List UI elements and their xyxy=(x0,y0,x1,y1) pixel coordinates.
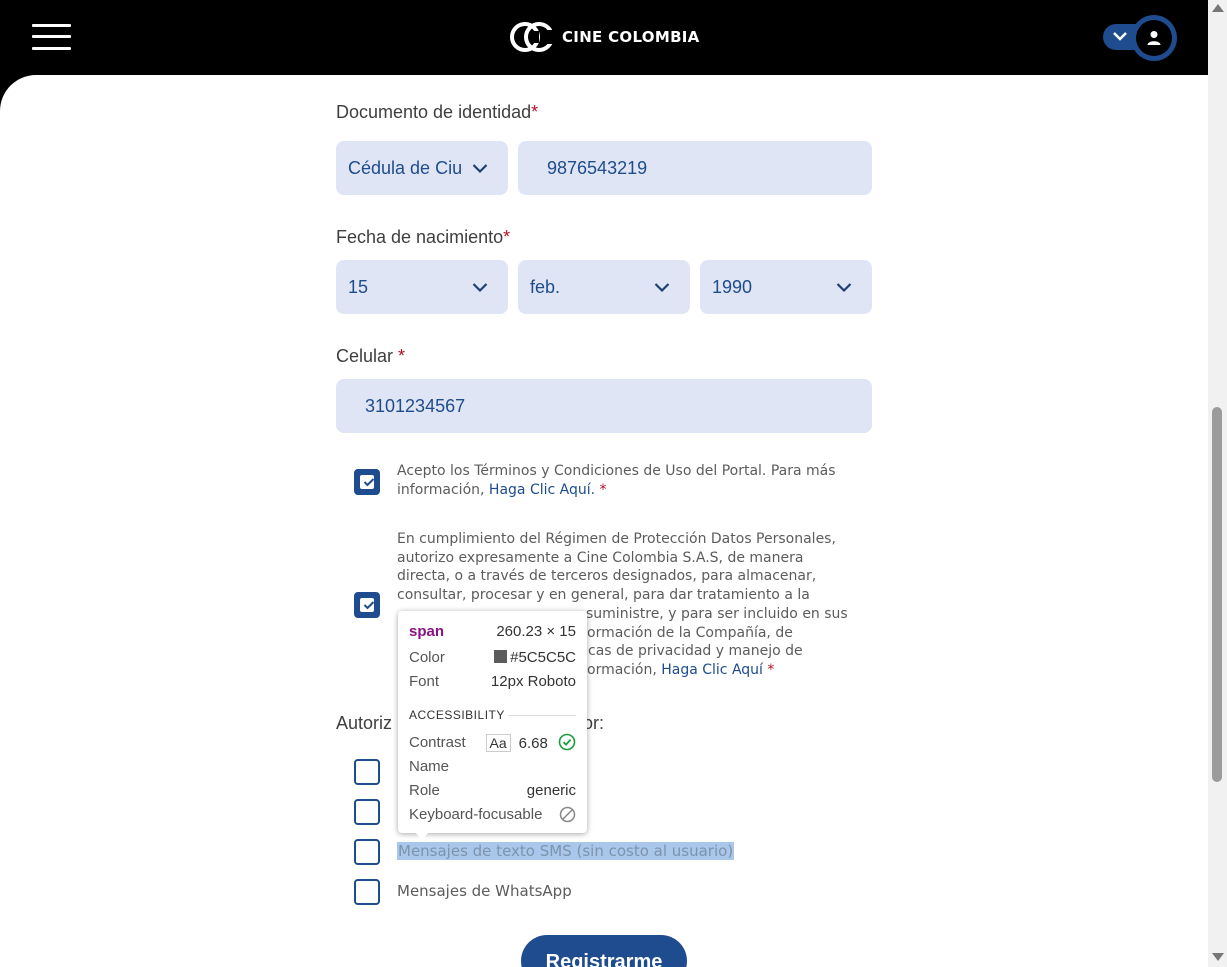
celular-value: 3101234567 xyxy=(365,395,466,416)
privacy-line-3: directa, o a través de terceros designad… xyxy=(397,568,817,584)
terms-link[interactable]: Haga Clic Aquí. xyxy=(489,482,595,498)
chevron-down-icon xyxy=(472,283,488,293)
tooltip-contrast-value: Aa 6.68 xyxy=(485,733,577,752)
contrast-aa-badge: Aa xyxy=(485,733,511,752)
tooltip-color-value: #5C5C5C xyxy=(494,649,576,666)
privacy-line-2: autorizo expresamente a Cine Colombia S.… xyxy=(397,550,804,566)
document-number-input[interactable]: 9876543219 xyxy=(518,141,872,195)
preference-label-sms: Mensajes de texto SMS (sin costo al usua… xyxy=(397,842,735,860)
required-mark: * xyxy=(398,346,406,366)
tooltip-keyboard-label: Keyboard-focusable xyxy=(409,805,543,823)
privacy-line-8-text: ormación, xyxy=(587,662,657,678)
tooltip-accessibility-heading: ACCESSIBILITY xyxy=(409,708,505,722)
top-header: CINE COLOMBIA xyxy=(0,0,1208,75)
celular-input[interactable]: 3101234567 xyxy=(336,379,872,433)
tooltip-divider xyxy=(508,715,576,716)
preference-checkbox-sms[interactable] xyxy=(354,839,380,865)
document-type-select[interactable]: Cédula de Ciudadanía xyxy=(336,141,508,195)
privacy-line-8: ormación, Haga Clic Aquí * xyxy=(587,661,774,680)
preference-checkbox-1[interactable] xyxy=(354,759,380,785)
preference-checkbox-whatsapp[interactable] xyxy=(354,879,380,905)
chevron-down-icon xyxy=(654,283,670,293)
privacy-line-7: cas de privacidad y manejo de xyxy=(588,643,803,659)
required-mark: * xyxy=(531,102,539,122)
documento-label: Documento de identidad* xyxy=(336,102,538,123)
hamburger-menu-icon[interactable] xyxy=(32,24,71,50)
register-button[interactable]: Registrarme xyxy=(521,935,687,967)
color-swatch-icon xyxy=(494,649,508,663)
tooltip-font-label: Font xyxy=(409,672,440,690)
birth-year-value: 1990 xyxy=(712,276,753,297)
required-mark: * xyxy=(767,662,775,678)
blocked-icon xyxy=(559,806,576,822)
documento-label-text: Documento de identidad xyxy=(336,102,532,122)
scroll-up-arrow-icon[interactable] xyxy=(1212,4,1224,12)
terms-checkbox[interactable] xyxy=(354,469,380,495)
preference-checkbox-2[interactable] xyxy=(354,799,380,825)
chevron-down-icon xyxy=(1113,32,1127,41)
celular-label: Celular * xyxy=(336,346,405,367)
terms-text-body: Acepto los Términos y Condiciones de Uso… xyxy=(397,463,836,498)
page-content xyxy=(0,75,1208,967)
logo-text: CINE COLOMBIA xyxy=(562,28,700,46)
tooltip-role-label: Role xyxy=(409,781,440,799)
tooltip-contrast-label: Contrast xyxy=(409,733,466,751)
privacy-link[interactable]: Haga Clic Aquí xyxy=(661,662,763,678)
celular-label-text: Celular xyxy=(336,346,394,366)
fecha-label-text: Fecha de nacimiento xyxy=(336,227,504,247)
birth-day-value: 15 xyxy=(348,276,369,297)
check-circle-icon xyxy=(558,733,576,750)
chevron-down-icon xyxy=(472,164,488,174)
fecha-label: Fecha de nacimiento* xyxy=(336,227,510,248)
user-icon xyxy=(1147,31,1161,45)
document-type-value: Cédula de Ciudadanía xyxy=(348,157,463,178)
tooltip-color-label: Color xyxy=(409,648,445,666)
privacy-line-6: ormación de la Compañía, de xyxy=(587,625,793,641)
terms-text: Acepto los Términos y Condiciones de Uso… xyxy=(397,462,847,500)
authorize-label-left: Autoriz xyxy=(336,713,393,733)
cine-colombia-logo[interactable]: CINE COLOMBIA xyxy=(508,20,700,54)
tooltip-role-value: generic xyxy=(526,781,576,799)
contrast-ratio: 6.68 xyxy=(518,734,548,752)
birth-month-select[interactable]: feb. xyxy=(518,260,690,314)
privacy-line-4: consultar, procesar y en general, para d… xyxy=(397,587,810,603)
scrollbar-thumb[interactable] xyxy=(1212,407,1222,782)
tooltip-font-value: 12px Roboto xyxy=(490,672,576,690)
page-scrollbar[interactable] xyxy=(1208,0,1227,967)
tooltip-size: 260.23 × 15 xyxy=(496,622,576,640)
birth-month-value: feb. xyxy=(530,276,561,297)
chevron-down-icon xyxy=(836,283,852,293)
tooltip-arrow xyxy=(415,832,429,840)
birth-day-select[interactable]: 15 xyxy=(336,260,508,314)
privacy-line-1: En cumplimiento del Régimen de Protecció… xyxy=(397,531,836,547)
required-mark: * xyxy=(599,482,607,498)
avatar[interactable] xyxy=(1131,15,1177,61)
check-icon xyxy=(363,601,375,610)
check-icon xyxy=(363,478,375,487)
document-number-value: 9876543219 xyxy=(547,157,648,178)
tooltip-tag: span xyxy=(409,622,445,640)
privacy-line-5: suministre, y para ser incluido en sus xyxy=(586,606,848,622)
tooltip-name-label: Name xyxy=(409,757,450,775)
privacy-checkbox[interactable] xyxy=(354,592,380,618)
tooltip-color-text: #5C5C5C xyxy=(510,648,576,666)
scroll-down-arrow-icon[interactable] xyxy=(1212,953,1224,961)
devtools-inspect-tooltip: span 260.23 × 15 Color #5C5C5C Font 12px… xyxy=(398,611,587,833)
logo-mark-icon xyxy=(510,22,556,52)
required-mark: * xyxy=(503,227,511,247)
birth-year-select[interactable]: 1990 xyxy=(700,260,872,314)
preference-label-whatsapp: Mensajes de WhatsApp xyxy=(397,882,572,900)
